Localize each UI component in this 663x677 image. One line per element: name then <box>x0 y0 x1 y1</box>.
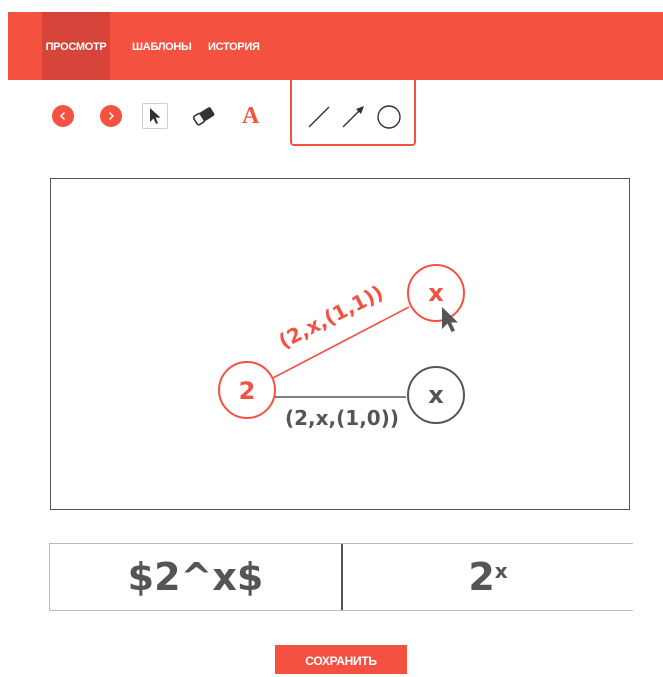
chevron-left-icon <box>60 112 65 120</box>
node-root-label: 2 <box>239 377 256 405</box>
select-tool-button[interactable] <box>142 103 168 129</box>
cursor-icon <box>150 108 161 124</box>
tab-templates[interactable]: ШАБЛОНЫ <box>132 12 192 80</box>
edge-label-bottom: (2,x,(1,0)) <box>285 406 399 430</box>
shape-tools-group <box>290 80 416 146</box>
latex-source-output: $2^x$ <box>127 555 264 599</box>
next-button[interactable] <box>100 105 122 127</box>
line-icon <box>308 106 330 128</box>
text-tool-button[interactable]: A <box>242 104 259 128</box>
tab-preview[interactable]: ПРОСМОТР <box>42 12 110 80</box>
edge-label-top: (2,x,(1,1)) <box>275 280 387 353</box>
node-bottom-label: x <box>428 381 444 409</box>
formula-exponent: x <box>494 559 508 583</box>
arrow-tool-button[interactable] <box>340 104 366 130</box>
text-icon: A <box>242 103 260 129</box>
graph-svg: (2,x,(1,1)) (2,x,(1,0)) 2 x x <box>218 264 465 430</box>
eraser-icon <box>192 107 215 126</box>
formula-base: 2 <box>468 555 495 599</box>
output-panel: $2^x$ 2x <box>49 543 633 611</box>
circle-tool-button[interactable] <box>376 104 402 130</box>
eraser-tool-button[interactable] <box>190 105 218 127</box>
top-nav-bar: ПРОСМОТР ШАБЛОНЫ ИСТОРИЯ <box>8 12 663 80</box>
chevron-right-icon <box>109 112 114 120</box>
drawing-canvas[interactable]: (2,x,(1,1)) (2,x,(1,0)) 2 x x <box>50 178 630 510</box>
prev-button[interactable] <box>52 105 74 127</box>
circle-icon <box>377 105 401 129</box>
line-tool-button[interactable] <box>306 104 332 130</box>
node-top-label: x <box>428 279 444 307</box>
arrow-icon <box>342 106 364 128</box>
save-button[interactable]: СОХРАНИТЬ <box>275 645 407 674</box>
tab-history[interactable]: ИСТОРИЯ <box>208 12 260 80</box>
rendered-formula-output: 2x <box>343 544 633 610</box>
